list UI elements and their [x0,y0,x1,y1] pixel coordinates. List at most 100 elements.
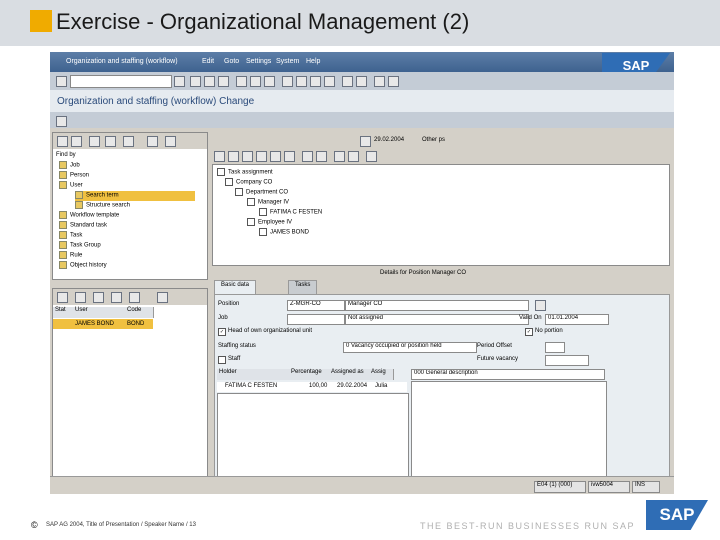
last-page-icon[interactable] [324,76,335,87]
expand-icon[interactable] [147,136,158,147]
col-code[interactable]: Code [125,307,154,318]
col-assig[interactable]: Assig [369,369,394,380]
tab-basic-data[interactable]: Basic data [214,280,257,295]
menu-edit[interactable]: Edit [202,58,214,65]
search-tree-item[interactable]: Job [59,161,195,171]
save-icon[interactable] [174,76,185,87]
help-icon[interactable] [374,76,385,87]
menu-goto[interactable]: Goto [224,58,239,65]
search-tree-item[interactable]: Task Group [59,241,195,251]
filter-icon[interactable] [165,136,176,147]
position-code-field[interactable]: Z-MGR-CO [287,300,345,311]
back-arrow-icon[interactable] [57,136,68,147]
staffing-status-dropdown[interactable]: 0 Vacancy occupied or position held [343,342,477,353]
folder-icon [59,181,67,189]
no-portion-checkbox[interactable]: ✓ [525,328,533,336]
new-session-icon[interactable] [342,76,353,87]
org-tree-node[interactable]: Department CO [235,188,288,198]
search-tree-item[interactable]: Workflow template [59,211,195,221]
collapse-all-icon[interactable] [348,151,359,162]
tab-tasks[interactable]: Tasks [288,280,318,295]
org-tree-node[interactable]: FATIMA C FESTEN [259,208,322,218]
org-tree-node[interactable]: Manager IV [247,198,289,208]
shortcut-icon[interactable] [356,76,367,87]
staff-label: Staff [228,356,241,362]
menu-help[interactable]: Help [306,58,320,65]
description-text-area[interactable] [411,381,607,477]
status-mode[interactable]: INS [632,481,660,493]
col-holder[interactable]: Holder [217,369,290,380]
list-layout-icon[interactable] [157,292,168,303]
col-assigned-as[interactable]: Assigned as [329,369,370,380]
find-next-icon[interactable] [264,76,275,87]
staff-checkbox[interactable] [218,356,226,364]
menu-system[interactable]: System [276,58,299,65]
first-page-icon[interactable] [282,76,293,87]
head-of-org-checkbox[interactable]: ✓ [218,328,226,336]
create-icon[interactable] [228,151,239,162]
menu-settings[interactable]: Settings [246,58,271,65]
folder-icon [75,201,83,209]
arrow-icon[interactable] [214,151,225,162]
description-dropdown[interactable]: 000 General description [411,369,605,380]
org-node-label: Task assignment [228,169,273,176]
prev-page-icon[interactable] [296,76,307,87]
layout-icon[interactable] [388,76,399,87]
next-page-icon[interactable] [310,76,321,87]
cut-icon[interactable] [270,151,281,162]
forward-arrow-icon[interactable] [71,136,82,147]
search-tree-item-label: Job [70,162,80,169]
org-tree-node[interactable]: Employee IV [247,218,292,228]
list-filter-icon[interactable] [93,292,104,303]
enter-icon[interactable] [56,76,67,87]
back-icon[interactable] [190,76,201,87]
period-offset-field[interactable] [545,342,565,353]
print-icon[interactable] [236,76,247,87]
command-field[interactable] [70,75,172,88]
org-tree-node[interactable]: Company CO [225,178,272,188]
display-icon[interactable] [89,136,100,147]
org-tree-node[interactable]: JAMES BOND [259,228,309,238]
assign-icon[interactable] [242,151,253,162]
job-code-field[interactable] [287,314,345,325]
search-tree-item[interactable]: Rule [59,251,195,261]
exit-icon[interactable] [204,76,215,87]
search-tree-item[interactable]: Standard task [59,221,195,231]
find-icon[interactable] [250,76,261,87]
col-user[interactable]: User [73,307,126,318]
valid-on-field[interactable]: 01.01.2004 [545,314,609,325]
tree-icon[interactable] [105,136,116,147]
search-tree-item[interactable]: Search term [75,191,195,201]
list-print-icon[interactable] [111,292,122,303]
menu-org-staffing[interactable]: Organization and staffing (workflow) [66,58,178,65]
tree-settings-icon[interactable] [366,151,377,162]
col-percentage[interactable]: Percentage [289,369,330,380]
search-tree-item[interactable]: User [59,181,195,191]
search-tree-item[interactable]: Person [59,171,195,181]
columns-icon[interactable] [316,151,327,162]
hierarchy-icon[interactable] [56,116,67,127]
expand-all-icon[interactable] [334,151,345,162]
details-icon[interactable] [302,151,313,162]
future-vacancy-field[interactable] [545,355,589,366]
calendar-icon[interactable] [360,136,371,147]
list-sort-icon[interactable] [75,292,86,303]
copy-icon[interactable] [123,136,134,147]
col-stat[interactable]: Stat [53,307,74,318]
position-name-field[interactable]: Manager CO [345,300,529,311]
position-lookup-icon[interactable] [535,300,546,311]
search-tree-item-label: Standard task [70,222,108,229]
move-icon[interactable] [284,151,295,162]
list-select-icon[interactable] [57,292,68,303]
list-excel-icon[interactable] [129,292,140,303]
org-tree-node[interactable]: Task assignment [217,168,273,178]
table-row[interactable]: JAMES BOND BOND [53,319,153,329]
job-name-field[interactable]: Not assigned [345,314,529,325]
search-tree-item[interactable]: Structure search [75,201,195,211]
org-node-icon [217,168,225,176]
delete-icon[interactable] [256,151,267,162]
table-row[interactable]: FATIMA C FESTEN 100,00 29.02.2004 Julia [217,382,407,392]
search-tree-item[interactable]: Object history [59,261,195,271]
search-tree-item[interactable]: Task [59,231,195,241]
cancel-icon[interactable] [218,76,229,87]
